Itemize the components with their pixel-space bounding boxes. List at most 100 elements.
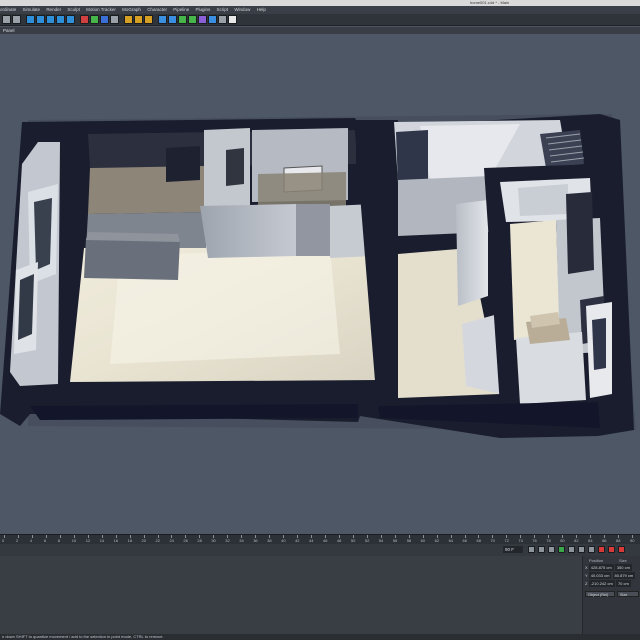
- timeline-tick-label: 24: [169, 538, 174, 543]
- timeline-tick-label: 90: [630, 538, 635, 543]
- z-axis-icon[interactable]: [100, 15, 109, 24]
- staircase: [540, 130, 585, 168]
- scale-icon[interactable]: [46, 15, 55, 24]
- toolbar-separator: [120, 15, 123, 24]
- array-icon[interactable]: [188, 15, 197, 24]
- timeline-tick-label: 8: [57, 538, 61, 543]
- toolbar-separator: [154, 15, 157, 24]
- bathroom-mirror: [566, 192, 594, 274]
- left-window-lower-glass: [18, 274, 34, 340]
- timeline-tick-label: 18: [127, 538, 133, 543]
- size-y-field[interactable]: 80.879 cm: [612, 572, 636, 579]
- scene-floor-icon[interactable]: [208, 15, 217, 24]
- coordinates-manager: Position Size X 428.875 cm 350 cm Y 40.0…: [582, 556, 640, 634]
- menu-item-script[interactable]: Script: [217, 6, 229, 14]
- record-button[interactable]: [598, 546, 605, 553]
- coord-row-x: X 428.875 cm 350 cm: [585, 564, 632, 571]
- current-frame-field[interactable]: 90 F: [503, 546, 523, 553]
- menu-item-plugins[interactable]: Plugins: [196, 6, 211, 14]
- timeline-tick-label: 2: [15, 538, 19, 543]
- menu-item-render[interactable]: Render: [46, 6, 61, 14]
- position-z-field[interactable]: -210.242 cm: [588, 580, 615, 587]
- coordinate-system-icon[interactable]: [110, 15, 119, 24]
- next-key-button[interactable]: [578, 546, 585, 553]
- partition-dark-edge: [296, 204, 330, 256]
- timeline-tick-label: 86: [602, 538, 607, 543]
- timeline-tick-label: 78: [546, 538, 551, 543]
- timeline-tick-label: 48: [336, 538, 342, 543]
- timeline-tick-label: 40: [281, 538, 286, 543]
- camera-icon[interactable]: [218, 15, 227, 24]
- timeline-tick-label: 42: [295, 538, 300, 543]
- previous-frame-button[interactable]: [548, 546, 555, 553]
- menu-item-mograph[interactable]: MoGraph: [122, 6, 141, 14]
- cube-icon[interactable]: [158, 15, 167, 24]
- recent-tool-icon[interactable]: [66, 15, 75, 24]
- light-icon[interactable]: [228, 15, 237, 24]
- coord-mode-dropdown[interactable]: Object (Rel): [585, 591, 615, 597]
- timeline-tick-label: 28: [197, 538, 202, 543]
- subdivision-icon[interactable]: [178, 15, 187, 24]
- 3d-viewport[interactable]: [0, 34, 640, 534]
- size-mode-dropdown[interactable]: Size: [617, 591, 639, 597]
- kitchen-island: [84, 238, 180, 280]
- front-wall-left: [30, 404, 358, 420]
- partition-wall-a: [200, 204, 296, 258]
- redo-icon[interactable]: [12, 15, 21, 24]
- position-y-field[interactable]: 40.033 cm: [588, 572, 612, 579]
- pen-icon[interactable]: [168, 15, 177, 24]
- timeline-tick-label: 34: [239, 538, 244, 543]
- timeline-tick-label: 30: [211, 538, 216, 543]
- x-axis-icon[interactable]: [80, 15, 89, 24]
- y-axis-icon[interactable]: [90, 15, 99, 24]
- timeline-tick-label: 68: [476, 538, 481, 543]
- menu-item-help[interactable]: Help: [257, 6, 266, 14]
- stove-counter: [258, 172, 346, 208]
- bathroom-window-glass: [592, 318, 606, 370]
- previous-key-button[interactable]: [538, 546, 545, 553]
- size-z-field[interactable]: 70 cm: [615, 580, 631, 587]
- rotate-icon[interactable]: [56, 15, 65, 24]
- menu-item-ordinate[interactable]: ordinate: [0, 6, 16, 14]
- deformer-icon[interactable]: [198, 15, 207, 24]
- render-picture-viewer-icon[interactable]: [134, 15, 143, 24]
- select-icon[interactable]: [26, 15, 35, 24]
- axis-label: Z: [585, 581, 588, 586]
- hallway-doorway: [396, 130, 428, 186]
- timeline-tick-label: 6: [43, 538, 47, 543]
- timeline-tick-label: 32: [225, 538, 230, 543]
- main-toolbar: [0, 14, 640, 26]
- undo-icon[interactable]: [2, 15, 11, 24]
- menu-item-motion-tracker[interactable]: Motion Tracker: [86, 6, 116, 14]
- menu-item-sculpt[interactable]: Sculpt: [67, 6, 80, 14]
- position-x-field[interactable]: 428.875 cm: [588, 564, 614, 571]
- panel-menu[interactable]: Panel: [3, 28, 15, 33]
- toolbar-separator: [76, 15, 79, 24]
- menu-item-character[interactable]: Character: [147, 6, 167, 14]
- go-to-end-button[interactable]: [588, 546, 595, 553]
- move-icon[interactable]: [36, 15, 45, 24]
- autokey-button[interactable]: [608, 546, 615, 553]
- render-view-icon[interactable]: [124, 15, 133, 24]
- play-button[interactable]: [558, 546, 565, 553]
- timeline-tick-label: 44: [309, 538, 314, 543]
- status-bar: n down SHIFT to quantize movement / add …: [0, 634, 640, 640]
- timeline-tick-label: 0: [2, 538, 5, 543]
- timeline-tick-label: 84: [588, 538, 593, 543]
- menu-item-window[interactable]: Window: [234, 6, 250, 14]
- lower-panel: Position Size X 428.875 cm 350 cm Y 40.0…: [0, 556, 640, 634]
- menu-item-simulate[interactable]: Simulate: [23, 6, 41, 14]
- timeline-tick-label: 54: [378, 538, 384, 543]
- next-frame-button[interactable]: [568, 546, 575, 553]
- coord-row-y: Y 40.033 cm 80.879 cm: [585, 572, 636, 579]
- render-settings-icon[interactable]: [144, 15, 153, 24]
- timeline-tick-label: 50: [350, 538, 356, 543]
- timeline-tick-label: 22: [155, 538, 160, 543]
- axis-label: X: [585, 565, 588, 570]
- go-to-start-button[interactable]: [528, 546, 535, 553]
- timeline-tick-label: 52: [364, 538, 370, 543]
- size-x-field[interactable]: 350 cm: [614, 564, 632, 571]
- timeline-tick-label: 56: [392, 538, 398, 543]
- keyframe-selection-button[interactable]: [618, 546, 625, 553]
- menu-item-pipeline[interactable]: Pipeline: [173, 6, 189, 14]
